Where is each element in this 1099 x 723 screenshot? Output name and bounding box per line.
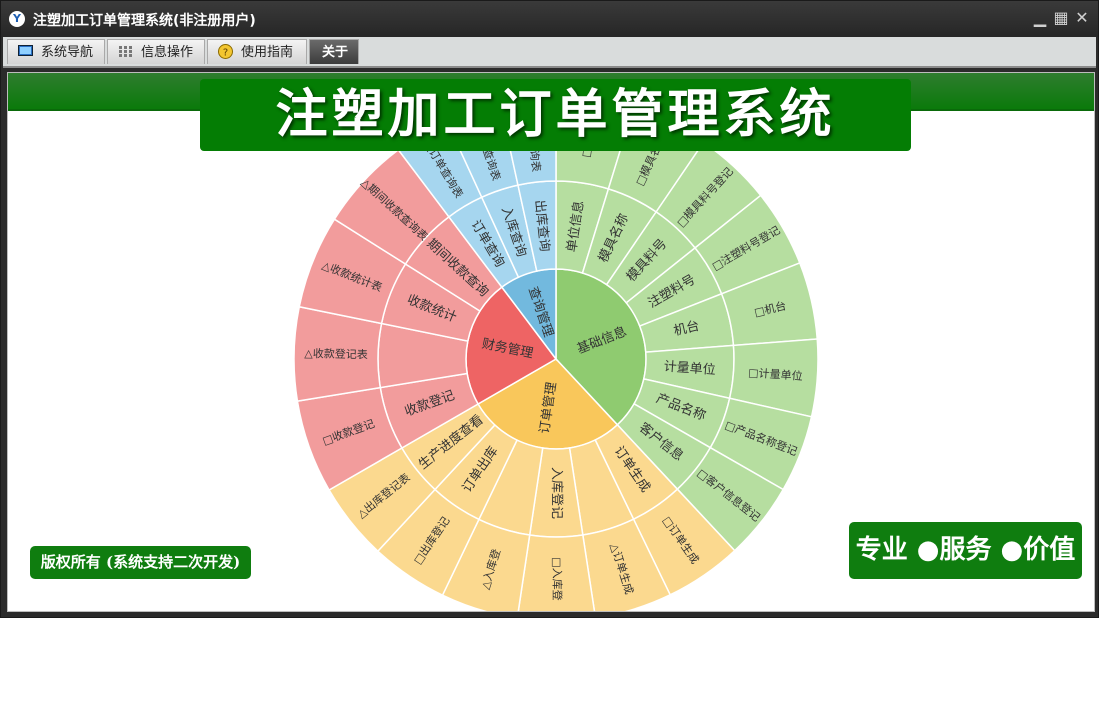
tab-user-guide[interactable]: ? 使用指南	[207, 39, 307, 64]
app-window: Y 注塑加工订单管理系统(非注册用户) ▁ ▦ ✕ 系统导航 信息操作 ? 使用…	[0, 0, 1099, 618]
tab-info-operation[interactable]: 信息操作	[107, 39, 205, 64]
restore-icon[interactable]: ▦	[1052, 9, 1070, 27]
tab-label: 关于	[322, 45, 349, 60]
app-logo-icon: Y	[9, 11, 25, 27]
tab-about[interactable]: 关于	[309, 39, 359, 64]
sunburst-child-label: 入库登记	[549, 467, 565, 519]
monitor-icon	[18, 45, 33, 56]
title-bar[interactable]: Y 注塑加工订单管理系统(非注册用户) ▁ ▦ ✕	[1, 1, 1098, 37]
tab-label: 使用指南	[241, 45, 294, 60]
system-title-banner: 注塑加工订单管理系统	[200, 79, 911, 151]
close-icon[interactable]: ✕	[1073, 9, 1091, 27]
svg-text:?: ?	[223, 48, 228, 59]
slogan-label: 专业 ●服务 ●价值	[849, 522, 1082, 579]
copyright-label: 版权所有 (系统支持二次开发)	[30, 546, 251, 579]
grid-icon	[119, 46, 132, 57]
sunburst-leaf-label: □入库登	[550, 557, 564, 600]
tab-label: 信息操作	[141, 45, 194, 60]
sunburst-leaf-label: △收款登记表	[304, 346, 368, 361]
about-panel: 单位信息□单位模具名称□模具名称模具料号□模具料号登记注塑料号□注塑料号登记机台…	[7, 72, 1095, 612]
tab-label: 系统导航	[41, 45, 94, 60]
menu-bar: 系统导航 信息操作 ? 使用指南 关于	[3, 37, 1096, 68]
window-title: 注塑加工订单管理系统(非注册用户)	[33, 13, 256, 29]
tab-system-navigation[interactable]: 系统导航	[7, 39, 105, 64]
minimize-icon[interactable]: ▁	[1031, 9, 1049, 27]
help-icon: ?	[218, 44, 233, 59]
